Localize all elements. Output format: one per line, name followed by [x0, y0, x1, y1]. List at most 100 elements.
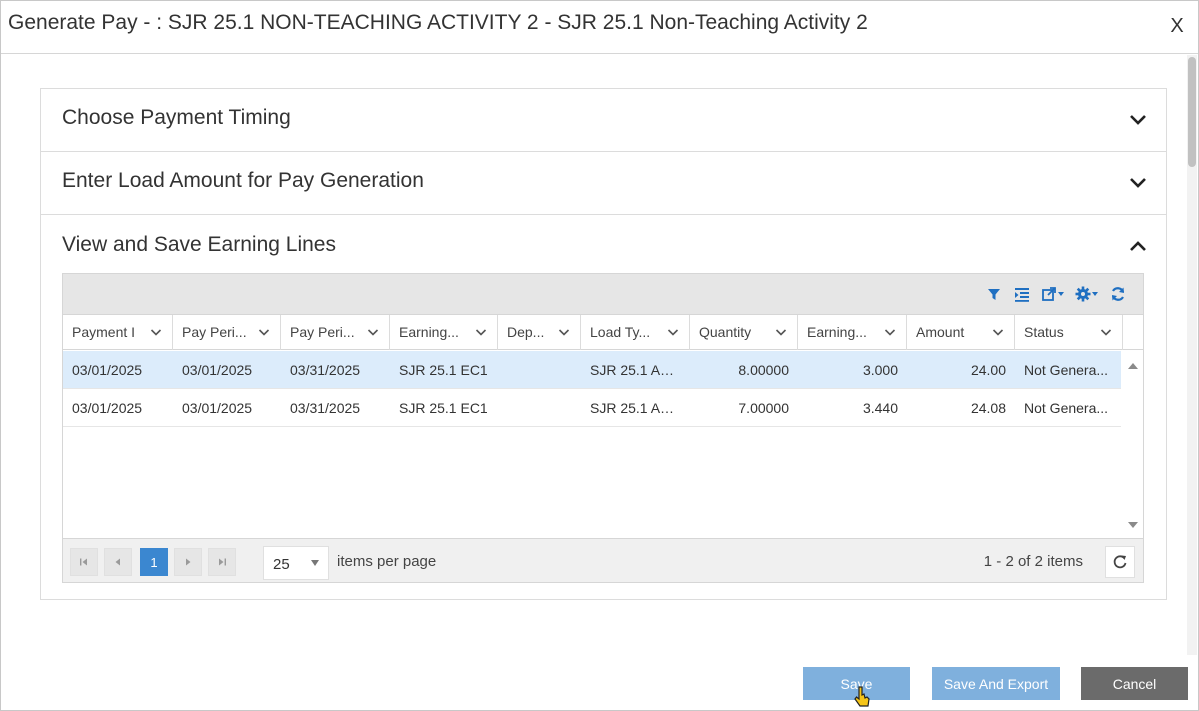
generate-pay-dialog: Generate Pay - : SJR 25.1 NON-TEACHING A…: [0, 0, 1199, 711]
table-cell: SJR 25.1 AD...: [590, 400, 682, 416]
close-button[interactable]: X: [1168, 15, 1186, 38]
table-cell: 8.00000: [738, 362, 789, 378]
chevron-down-icon[interactable]: [884, 326, 896, 338]
column-header-quantity[interactable]: Quantity: [690, 315, 798, 350]
next-page-icon: [186, 558, 191, 566]
scroll-up-icon[interactable]: [1127, 361, 1139, 371]
column-header-label: Earning...: [399, 324, 459, 340]
column-header-label: Amount: [916, 324, 965, 340]
grid-scrollbar[interactable]: [1123, 351, 1143, 538]
chevron-down-icon[interactable]: [558, 326, 570, 338]
grid-body: 03/01/2025 03/01/2025 03/31/2025 SJR 25.…: [63, 351, 1123, 538]
columns-icon[interactable]: [1013, 285, 1031, 303]
page-number-button[interactable]: 1: [140, 548, 168, 576]
chevron-down-icon[interactable]: [150, 326, 162, 338]
chevron-down-icon[interactable]: [992, 326, 1004, 338]
column-header-label: Earning...: [807, 324, 867, 340]
table-cell: 03/01/2025: [182, 400, 253, 416]
column-header-label: Pay Peri...: [290, 324, 355, 340]
last-page-button[interactable]: [208, 548, 236, 576]
table-cell: 7.00000: [738, 400, 789, 416]
table-cell: 03/31/2025: [290, 362, 361, 378]
grid-header-row: Payment I Pay Peri... Pay Peri... Earnin…: [63, 315, 1143, 350]
previous-page-button[interactable]: [104, 548, 132, 576]
previous-page-icon: [115, 558, 120, 566]
chevron-down-icon[interactable]: [775, 326, 787, 338]
page-size-value: 25: [273, 556, 290, 573]
export-icon[interactable]: [1041, 285, 1065, 303]
dialog-scrollbar[interactable]: [1187, 55, 1197, 655]
chevron-down-icon[interactable]: [367, 326, 379, 338]
settings-icon[interactable]: [1075, 285, 1099, 303]
section-label: Choose Payment Timing: [62, 106, 291, 129]
chevron-down-icon: [1130, 178, 1146, 188]
section-payment-timing[interactable]: Choose Payment Timing: [41, 89, 1166, 152]
filter-icon[interactable]: [985, 285, 1003, 303]
dialog-title: Generate Pay - : SJR 25.1 NON-TEACHING A…: [8, 11, 868, 34]
column-header-label: Load Ty...: [590, 324, 651, 340]
cancel-button[interactable]: Cancel: [1081, 667, 1188, 700]
column-header-earning-code[interactable]: Earning...: [390, 315, 498, 350]
section-label: Enter Load Amount for Pay Generation: [62, 169, 424, 192]
table-cell: 3.440: [862, 400, 898, 416]
caret-down-icon: [311, 560, 319, 566]
first-page-button[interactable]: [70, 548, 98, 576]
scroll-down-icon[interactable]: [1127, 520, 1139, 530]
column-header-label: Dep...: [507, 324, 545, 340]
column-header-label: Quantity: [699, 324, 752, 340]
section-earning-lines[interactable]: View and Save Earning Lines: [41, 216, 1166, 279]
table-cell: 03/01/2025: [182, 362, 253, 378]
next-page-button[interactable]: [174, 548, 202, 576]
chevron-down-icon[interactable]: [1100, 326, 1112, 338]
chevron-down-icon[interactable]: [475, 326, 487, 338]
column-header-earning-rate[interactable]: Earning...: [798, 315, 907, 350]
save-and-export-button[interactable]: Save And Export: [932, 667, 1060, 700]
table-cell: SJR 25.1 AC...: [590, 362, 682, 378]
section-load-amount[interactable]: Enter Load Amount for Pay Generation: [41, 152, 1166, 215]
chevron-down-icon[interactable]: [667, 326, 679, 338]
table-cell: 03/31/2025: [290, 400, 361, 416]
table-cell: [498, 351, 581, 388]
first-page-icon: [80, 558, 87, 566]
grid-toolbar: [63, 274, 1143, 315]
table-row[interactable]: 03/01/2025 03/01/2025 03/31/2025 SJR 25.…: [63, 389, 1121, 427]
pager-refresh-button[interactable]: [1105, 546, 1135, 578]
last-page-icon: [219, 558, 226, 566]
table-cell: Not Genera...: [1024, 400, 1109, 416]
table-cell: SJR 25.1 EC1: [399, 362, 488, 378]
page-size-select[interactable]: 25: [263, 546, 329, 580]
accordion: Choose Payment Timing Enter Load Amount …: [40, 88, 1167, 600]
refresh-icon: [1113, 555, 1127, 569]
scrollbar-thumb[interactable]: [1188, 57, 1196, 167]
column-header-label: Payment I: [72, 324, 136, 340]
column-header-department[interactable]: Dep...: [498, 315, 581, 350]
column-header-load-type[interactable]: Load Ty...: [581, 315, 690, 350]
pager-info: 1 - 2 of 2 items: [983, 553, 1083, 570]
table-cell: 24.00: [970, 362, 1006, 378]
table-cell: [498, 389, 581, 426]
column-header-status[interactable]: Status: [1015, 315, 1123, 350]
save-button[interactable]: Save: [803, 667, 910, 700]
chevron-down-icon[interactable]: [258, 326, 270, 338]
chevron-up-icon: [1130, 241, 1146, 251]
table-row[interactable]: 03/01/2025 03/01/2025 03/31/2025 SJR 25.…: [63, 351, 1121, 389]
column-header-label: Pay Peri...: [182, 324, 247, 340]
table-cell: 03/01/2025: [72, 362, 143, 378]
grid-pager: 1 25 items per page 1 - 2 of 2 items: [63, 538, 1143, 582]
table-cell: 3.000: [862, 362, 898, 378]
chevron-down-icon: [1130, 115, 1146, 125]
column-header-pay-period-end[interactable]: Pay Peri...: [281, 315, 390, 350]
dialog-header: Generate Pay - : SJR 25.1 NON-TEACHING A…: [1, 1, 1198, 54]
table-cell: 24.08: [970, 400, 1006, 416]
table-cell: Not Genera...: [1024, 362, 1109, 378]
column-header-label: Status: [1024, 324, 1064, 340]
section-label: View and Save Earning Lines: [62, 233, 336, 256]
column-header-pay-period-start[interactable]: Pay Peri...: [173, 315, 281, 350]
table-cell: 03/01/2025: [72, 400, 143, 416]
column-header-payment-date[interactable]: Payment I: [63, 315, 173, 350]
refresh-icon[interactable]: [1109, 285, 1127, 303]
page-size-label: items per page: [337, 553, 437, 570]
table-cell: SJR 25.1 EC1: [399, 400, 488, 416]
column-header-amount[interactable]: Amount: [907, 315, 1015, 350]
earning-lines-grid: Payment I Pay Peri... Pay Peri... Earnin…: [62, 273, 1144, 583]
